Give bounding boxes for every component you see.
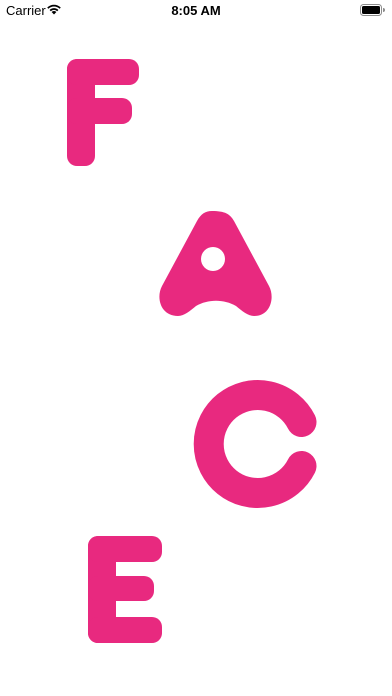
logo-letter-c [193, 380, 317, 508]
logo-letter-e [88, 536, 162, 643]
face-logo [67, 59, 317, 643]
logo-letter-a [159, 211, 272, 316]
logo-letter-f [67, 59, 139, 166]
